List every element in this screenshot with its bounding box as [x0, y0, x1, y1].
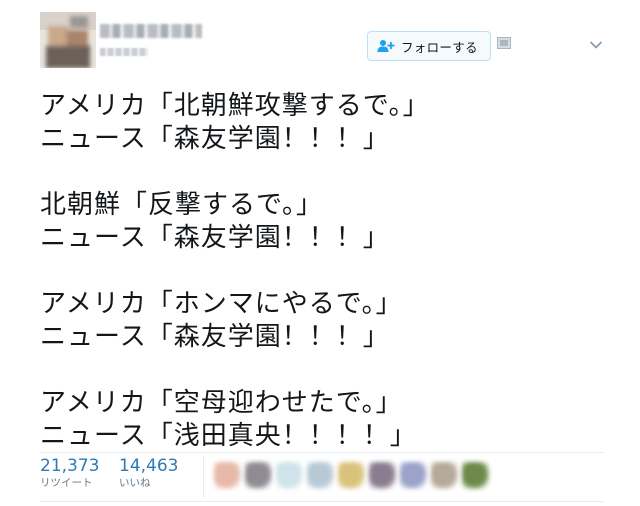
tweet-line: ニュース「森友学園！！！」: [40, 223, 390, 253]
stats-separator: [203, 456, 204, 498]
tweet-line: アメリカ「空母迎わせたで。」: [40, 388, 403, 418]
tweet-line: アメリカ「北朝鮮攻撃するで。」: [40, 91, 430, 121]
tweet-line: 北朝鮮「反撃するで。」: [40, 190, 323, 220]
liker-avatar[interactable]: [462, 462, 489, 489]
retweet-stat[interactable]: 21,373 リツイート: [40, 456, 99, 490]
liker-avatar[interactable]: [431, 462, 458, 489]
like-stat[interactable]: 14,463 いいね: [119, 456, 178, 490]
liker-avatar[interactable]: [214, 462, 241, 489]
username-blurred[interactable]: [100, 48, 148, 56]
chevron-down-icon[interactable]: [589, 40, 603, 50]
tweet-line: アメリカ「ホンマにやるで。」: [40, 289, 403, 319]
stats-divider-bottom: [40, 501, 604, 502]
display-name-blurred[interactable]: [100, 24, 202, 38]
liker-avatar[interactable]: [245, 462, 272, 489]
liker-avatars: [214, 462, 489, 490]
liker-avatar[interactable]: [369, 462, 396, 489]
tweet-text: アメリカ「北朝鮮攻撃するで。」 ニュース「森友学園！！！」 北朝鮮「反撃するで。…: [40, 90, 620, 453]
liker-avatar[interactable]: [400, 462, 427, 489]
person-plus-icon: [377, 40, 395, 52]
liker-avatar[interactable]: [338, 462, 365, 489]
retweet-label: リツイート: [40, 477, 93, 489]
liker-avatar[interactable]: [307, 462, 334, 489]
follow-button[interactable]: フォローする: [367, 31, 491, 61]
tweet-line: ニュース「森友学園！！！」: [40, 322, 390, 352]
tweet-header: フォローする: [0, 0, 640, 80]
stats-divider-top: [40, 452, 604, 453]
like-count: 14,463: [119, 456, 179, 476]
tweet-line: ニュース「浅田真央！！！！」: [40, 421, 417, 451]
like-label: いいね: [119, 477, 151, 489]
notification-icon[interactable]: [497, 37, 511, 49]
retweet-count: 21,373: [40, 456, 100, 476]
follow-button-label: フォローする: [401, 39, 478, 55]
liker-avatar[interactable]: [276, 462, 303, 489]
tweet-line: ニュース「森友学園！！！」: [40, 124, 390, 154]
avatar[interactable]: [40, 12, 96, 68]
